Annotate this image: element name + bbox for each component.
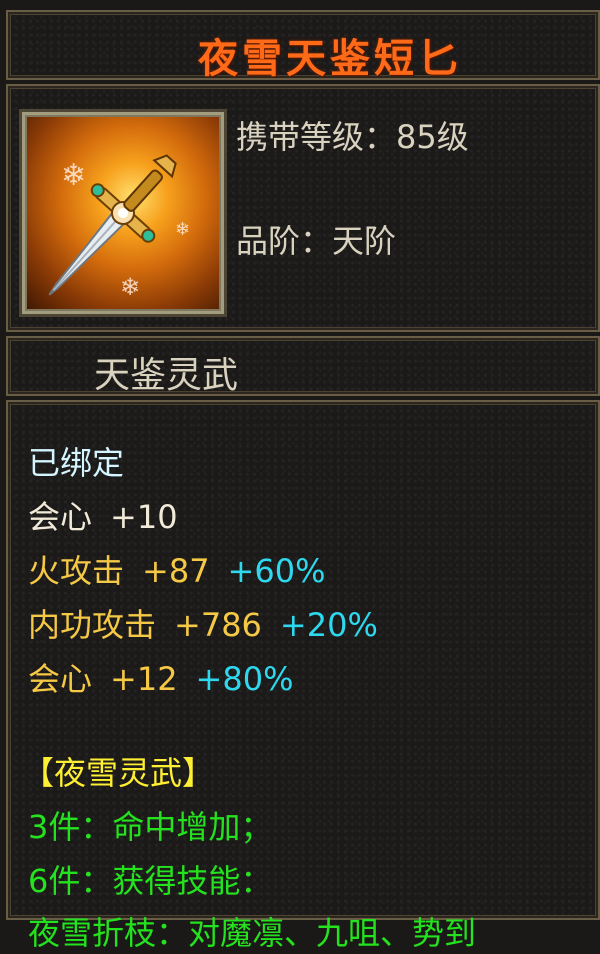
stat-value: +87 xyxy=(142,552,210,590)
stat-bonus: +20% xyxy=(279,606,378,644)
svg-text:❄: ❄ xyxy=(175,219,190,240)
svg-text:❄: ❄ xyxy=(61,158,86,193)
bound-status: 已绑定 xyxy=(28,444,125,482)
stat-row: 会心 +10 xyxy=(28,492,178,538)
item-icon-slot[interactable]: ❄ ❄ ❄ xyxy=(22,112,224,314)
series-bar: 天鉴灵武 xyxy=(6,336,600,396)
carry-level-text: 携带等级：85级 xyxy=(236,118,469,156)
stat-row: 内功攻击 +786 +20% xyxy=(28,600,378,646)
stat-bonus: +80% xyxy=(195,660,294,698)
stat-row: 会心 +12 +80% xyxy=(28,654,293,700)
series-name: 天鉴灵武 xyxy=(94,355,239,396)
item-title: 夜雪天鉴短匕 xyxy=(198,36,462,82)
stat-bonus: +60% xyxy=(227,552,326,590)
stat-value: +786 xyxy=(174,606,262,644)
stat-label: 火攻击 xyxy=(28,552,125,590)
stat-row: 火攻击 +87 +60% xyxy=(28,546,325,592)
dagger-icon: ❄ ❄ ❄ xyxy=(48,154,190,301)
set-effect: 6件：获得技能： xyxy=(28,862,273,900)
item-info-section: ❄ ❄ ❄ 携带等级：85级 品阶：天阶 xyxy=(6,84,600,332)
set-effect: 3件：命中增加； xyxy=(28,808,273,846)
set-title: 【夜雪灵武】 xyxy=(22,754,215,792)
quality-text: 品阶：天阶 xyxy=(236,222,397,260)
set-effect: 夜雪折枝：对魔凛、九咀、势到 xyxy=(28,914,477,952)
stat-label: 会心 xyxy=(28,660,93,698)
svg-text:❄: ❄ xyxy=(120,273,140,301)
title-bar: 夜雪天鉴短匕 xyxy=(6,10,600,82)
stat-value: +10 xyxy=(110,498,178,536)
stat-label: 会心 xyxy=(28,498,93,536)
stat-label: 内功攻击 xyxy=(28,606,157,644)
stat-value: +12 xyxy=(110,660,178,698)
attributes-section: 已绑定 会心 +10 火攻击 +87 +60% 内功攻击 +786 +20% 会心 +12 +… xyxy=(6,400,600,952)
